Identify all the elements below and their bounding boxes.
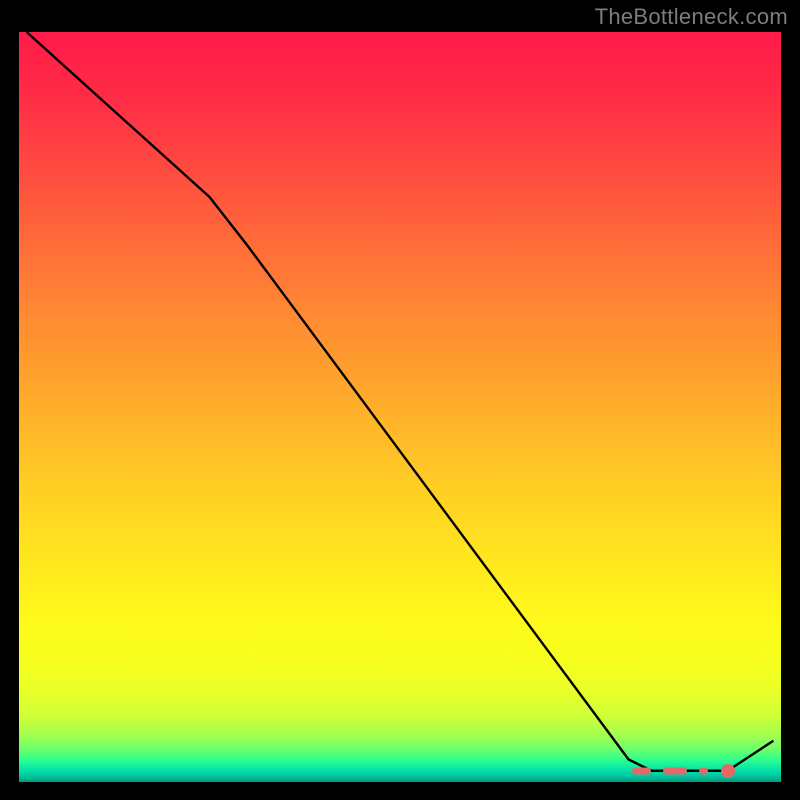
attribution-text: TheBottleneck.com <box>595 4 788 30</box>
line-chart-svg <box>19 32 781 782</box>
chart-frame: TheBottleneck.com <box>0 0 800 800</box>
curve-path <box>27 32 774 771</box>
dash-0 <box>632 767 651 774</box>
dash-2 <box>699 767 708 774</box>
dash-1 <box>663 767 687 774</box>
marker-1 <box>721 764 735 778</box>
